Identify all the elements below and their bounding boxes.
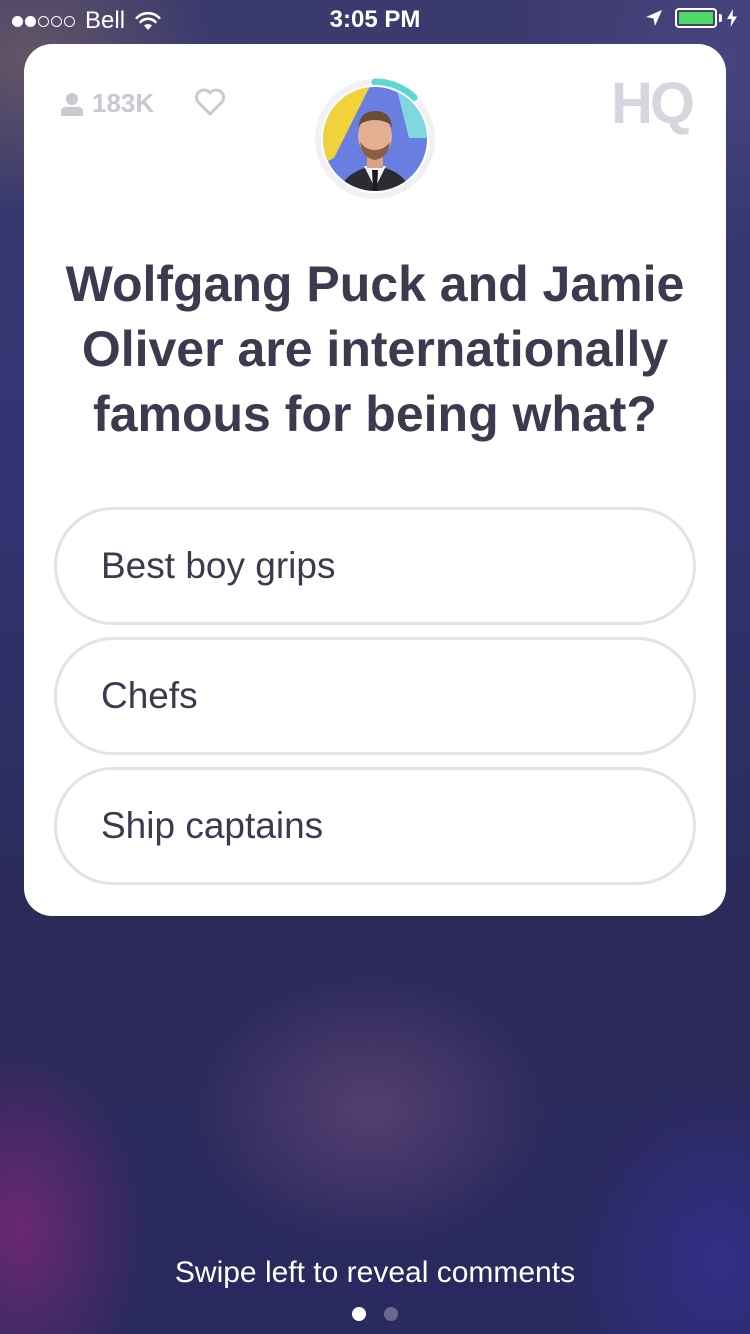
heart-outline-icon[interactable]: [194, 88, 226, 116]
answer-option-3[interactable]: Ship captains: [54, 767, 696, 885]
battery-cap: [719, 14, 722, 22]
swipe-hint: Swipe left to reveal comments: [174, 1256, 576, 1289]
answer-option-label: Best boy grips: [101, 545, 336, 586]
person-icon: [61, 92, 83, 116]
answer-option-2[interactable]: Chefs: [54, 637, 696, 755]
charging-bolt-icon: [727, 9, 737, 27]
answer-option-label: Chefs: [101, 675, 198, 716]
page-indicator[interactable]: [0, 1307, 750, 1321]
question-text: Wolfgang Puck and Jamie Oliver are inter…: [65, 256, 685, 442]
battery-icon: [675, 8, 717, 28]
answer-option-1[interactable]: Best boy grips: [54, 507, 696, 625]
battery-fill: [679, 12, 713, 24]
viewer-count: 183K: [60, 88, 154, 119]
viewer-count-label: 183K: [92, 88, 155, 118]
status-time: 3:05 PM: [329, 6, 421, 33]
status-bar: Bell 3:05 PM: [0, 0, 750, 40]
hq-logo: HQ: [611, 71, 695, 136]
question-card: 183K HQ Wolfgang Puck and Jamie Oliver a…: [24, 44, 726, 916]
page-dot-2: [384, 1307, 398, 1321]
page-dot-1: [352, 1307, 366, 1321]
host-avatar: [314, 78, 436, 200]
answer-option-label: Ship captains: [101, 805, 324, 846]
location-arrow-icon: [646, 10, 662, 26]
status-right: [645, 8, 738, 28]
